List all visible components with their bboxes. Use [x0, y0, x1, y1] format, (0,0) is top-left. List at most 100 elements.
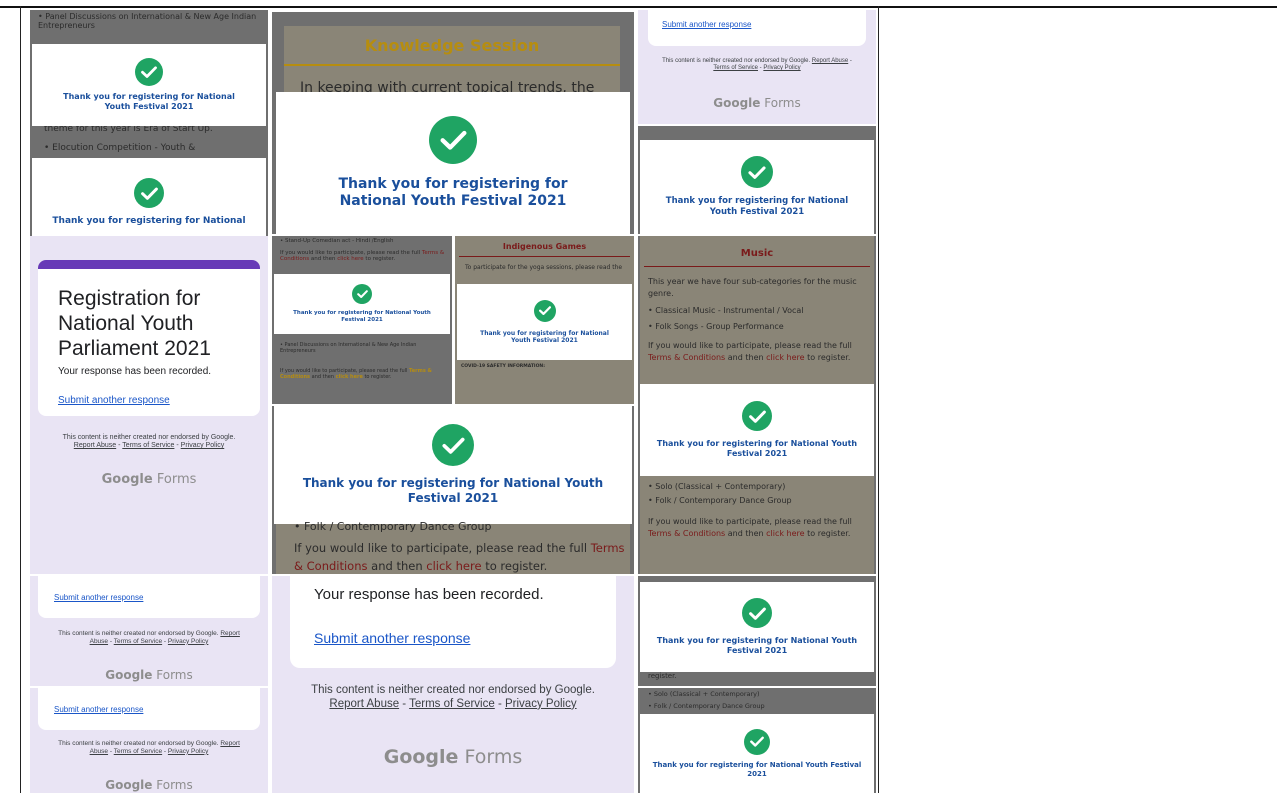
- forms-disclaimer: This content is neither created nor endo…: [52, 434, 246, 451]
- terms-link[interactable]: Terms & Conditions: [648, 353, 725, 362]
- collage-tile: • Stand-Up Comedian act - Hindi /English…: [272, 236, 452, 404]
- google-forms-logo: Google Forms: [638, 96, 876, 110]
- thank-you-card: Thank you for registering for National Y…: [640, 582, 874, 672]
- thank-you-message: Thank you for registering for National Y…: [63, 92, 235, 111]
- folk-dance-text: • Folk / Contemporary Dance Group: [648, 496, 792, 505]
- terms-of-service-link[interactable]: Terms of Service: [713, 65, 758, 71]
- google-forms-logo: Google Forms: [30, 668, 268, 682]
- logo-google: Google: [105, 668, 153, 682]
- check-circle-icon: [134, 178, 164, 208]
- thank-you-card: Thank you for registering for National Y…: [640, 140, 874, 234]
- thank-you-message: Thank you for registering for National: [52, 216, 246, 226]
- yoga-text: To participate for the yoga sessions, pl…: [465, 264, 623, 271]
- form-response-card: Your response has been recorded. Submit …: [290, 576, 616, 668]
- standup-text: • Stand-Up Comedian act - Hindi /English: [280, 238, 394, 244]
- click-here-link[interactable]: click here: [337, 256, 363, 262]
- forms-disclaimer: This content is neither created nor endo…: [52, 740, 246, 756]
- form-response-card: Submit another response: [38, 688, 260, 730]
- collage-tile: Submit another response This content is …: [638, 10, 876, 124]
- thank-you-card: Thank you for registering for National: [32, 158, 266, 236]
- tc-and-then: and then: [371, 558, 423, 573]
- logo-google: Google: [383, 746, 459, 768]
- submit-another-link[interactable]: Submit another response: [314, 630, 470, 646]
- logo-forms: Forms: [156, 668, 193, 682]
- terms-of-service-link[interactable]: Terms of Service: [409, 698, 495, 710]
- click-here-link[interactable]: click here: [766, 529, 804, 538]
- privacy-policy-link[interactable]: Privacy Policy: [181, 442, 225, 449]
- check-circle-icon: [352, 284, 372, 305]
- collage-tile: Music This year we have four sub-categor…: [638, 236, 876, 574]
- forms-disclaimer: This content is neither created nor endo…: [660, 58, 854, 72]
- privacy-policy-link[interactable]: Privacy Policy: [168, 638, 208, 645]
- check-circle-icon: [533, 299, 556, 322]
- tc-text: If you would like to participate, please…: [648, 516, 868, 539]
- classical-music-text: • Classical Music - Instrumental / Vocal: [648, 306, 804, 315]
- response-recorded-text: Your response has been recorded.: [58, 366, 212, 377]
- thank-you-message: Thank you for registering for National Y…: [665, 196, 849, 217]
- submit-another-link[interactable]: Submit another response: [54, 705, 143, 714]
- click-here-link[interactable]: click here: [336, 374, 363, 380]
- forms-disclaimer: This content is neither created nor endo…: [298, 684, 608, 712]
- forms-disclaimer: This content is neither created nor endo…: [52, 630, 246, 646]
- tc-suffix: to register.: [807, 528, 851, 538]
- folk-dance-text: • Folk / Contemporary Dance Group: [648, 702, 765, 710]
- folk-songs-text: • Folk Songs - Group Performance: [648, 322, 784, 331]
- tc-text: If you would like to participate, please…: [648, 340, 868, 363]
- tc-and-then: and then: [727, 352, 764, 362]
- collage-tile: theme for this year is Era of Start Up. …: [30, 126, 268, 236]
- top-border: [0, 6, 1277, 8]
- form-accent-bar: [38, 260, 260, 269]
- disclaimer-text: This content is neither created nor endo…: [662, 58, 811, 64]
- check-circle-icon: [429, 115, 477, 164]
- indigenous-heading: Indigenous Games: [502, 242, 587, 251]
- report-abuse-link[interactable]: Report Abuse: [812, 58, 848, 64]
- privacy-policy-link[interactable]: Privacy Policy: [505, 698, 577, 710]
- collage-tile: Submit another response This content is …: [30, 688, 268, 793]
- disclaimer-text: This content is neither created nor endo…: [311, 684, 595, 696]
- terms-link[interactable]: Terms & Conditions: [648, 529, 725, 538]
- click-here-link[interactable]: click here: [766, 353, 804, 362]
- solo-text: • Solo (Classical + Contemporary): [648, 482, 786, 491]
- tc-text: If you would like to participate, please…: [280, 368, 448, 380]
- thank-you-message: Thank you for registering for National Y…: [338, 175, 568, 210]
- logo-forms: Forms: [156, 778, 193, 792]
- thank-you-message: Thank you for registering for National Y…: [656, 439, 858, 458]
- terms-of-service-link[interactable]: Terms of Service: [114, 638, 162, 645]
- terms-of-service-link[interactable]: Terms of Service: [114, 748, 162, 755]
- right-border: [878, 6, 879, 793]
- check-circle-icon: [744, 728, 770, 755]
- tc-and-then: and then: [311, 374, 335, 380]
- disclaimer-text: This content is neither created nor endo…: [62, 434, 236, 441]
- panel-discussions-text: • Panel Discussions on International & N…: [280, 342, 417, 354]
- privacy-policy-link[interactable]: Privacy Policy: [763, 65, 800, 71]
- form-response-card: Submit another response: [648, 10, 866, 46]
- check-circle-icon: [432, 424, 474, 466]
- logo-forms: Forms: [464, 746, 523, 768]
- submit-another-link[interactable]: Submit another response: [54, 593, 143, 602]
- submit-another-link[interactable]: Submit another response: [58, 395, 170, 406]
- check-circle-icon: [742, 598, 772, 628]
- response-recorded-text: Your response has been recorded.: [314, 586, 544, 603]
- thank-you-card: Thank you for registering for National Y…: [640, 384, 874, 476]
- solo-text: • Solo (Classical + Contemporary): [648, 690, 760, 698]
- music-intro: This year we have four sub-categories fo…: [648, 277, 857, 298]
- tc-and-then: and then: [310, 256, 336, 262]
- report-abuse-link[interactable]: Report Abuse: [329, 698, 399, 710]
- tc-suffix: to register.: [807, 352, 851, 362]
- thank-you-card: Thank you for registering for National Y…: [640, 714, 874, 793]
- terms-of-service-link[interactable]: Terms of Service: [122, 442, 174, 449]
- tc-prefix: If you would like to participate, please…: [648, 341, 852, 350]
- thank-you-card: Thank you for registering for National Y…: [276, 92, 630, 234]
- separator: -: [399, 697, 410, 710]
- report-abuse-link[interactable]: Report Abuse: [74, 442, 116, 449]
- collage-tile: Registration for National Youth Parliame…: [30, 236, 268, 574]
- check-circle-icon: [135, 58, 163, 86]
- thank-you-message: Thank you for registering for National Y…: [302, 476, 604, 505]
- privacy-policy-link[interactable]: Privacy Policy: [168, 748, 208, 755]
- thank-you-card: Thank you for registering for National Y…: [274, 406, 632, 524]
- click-here-link[interactable]: click here: [426, 559, 481, 573]
- music-heading: Music: [740, 248, 774, 259]
- submit-another-link[interactable]: Submit another response: [662, 20, 751, 29]
- disclaimer-text: This content is neither created nor endo…: [58, 630, 219, 637]
- form-response-card: Submit another response: [38, 576, 260, 618]
